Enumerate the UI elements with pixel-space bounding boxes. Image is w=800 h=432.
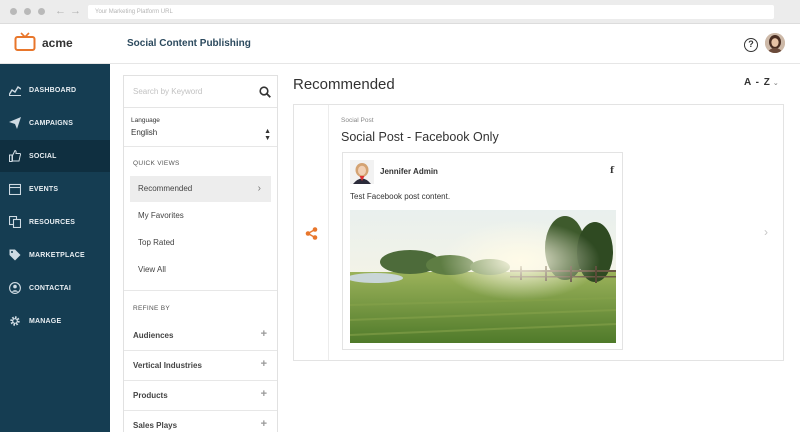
sidebar-item-manage[interactable]: MANAGE xyxy=(0,305,110,337)
sidebar-item-dashboard[interactable]: DASHBOARD xyxy=(0,74,110,106)
quick-view-view-all[interactable]: View All xyxy=(130,257,271,283)
filter-panel: Search by Keyword Language English ▲ ▼ QU… xyxy=(123,75,278,432)
quick-views-heading: QUICK VIEWS xyxy=(133,160,180,167)
tv-logo-icon[interactable] xyxy=(14,32,36,52)
quick-view-label: My Favorites xyxy=(138,211,184,220)
gear-icon xyxy=(10,316,20,326)
card-title[interactable]: Social Post - Facebook Only xyxy=(341,130,499,144)
page-title: Social Content Publishing xyxy=(127,38,251,49)
brand-name[interactable]: acme xyxy=(42,36,73,50)
quick-view-label: Top Rated xyxy=(138,238,175,247)
url-bar[interactable]: Your Marketing Platform URL xyxy=(88,5,774,19)
select-caret-icon: ▲ ▼ xyxy=(264,128,271,142)
window-maximize-dot[interactable] xyxy=(38,8,45,15)
refine-label: Vertical Industries xyxy=(133,361,202,370)
sidebar-item-events[interactable]: EVENTS xyxy=(0,173,110,205)
search-icon[interactable] xyxy=(259,86,271,98)
sidebar-item-social[interactable]: SOCIAL xyxy=(0,140,110,172)
sidebar-item-resources[interactable]: RESOURCES xyxy=(0,206,110,238)
back-arrow-icon[interactable]: ← xyxy=(55,4,66,18)
refine-label: Products xyxy=(133,391,168,400)
app-header: acme Social Content Publishing ? xyxy=(0,24,800,64)
files-icon xyxy=(9,216,21,228)
sort-label: A - Z xyxy=(744,77,771,88)
sidebar-item-label: EVENTS xyxy=(29,185,59,193)
sidebar-item-contactai[interactable]: CONTACTAI xyxy=(0,272,110,304)
quick-view-recommended[interactable]: Recommended › xyxy=(130,176,271,202)
plus-icon[interactable]: + xyxy=(261,328,267,340)
forward-arrow-icon[interactable]: → xyxy=(70,4,81,18)
content-card[interactable]: Social Post Social Post - Facebook Only … xyxy=(293,104,784,361)
refine-label: Audiences xyxy=(133,331,174,340)
sidebar-item-label: DASHBOARD xyxy=(29,86,77,94)
sidebar-item-label: SOCIAL xyxy=(29,152,57,160)
refine-audiences[interactable]: Audiences + xyxy=(124,321,277,351)
plus-icon[interactable]: + xyxy=(261,388,267,400)
content-title: Recommended xyxy=(293,76,395,93)
plus-icon[interactable]: + xyxy=(261,418,267,430)
refine-vertical-industries[interactable]: Vertical Industries + xyxy=(124,351,277,381)
language-value: English xyxy=(131,128,158,137)
quick-view-top-rated[interactable]: Top Rated xyxy=(130,230,271,256)
refine-by-heading: REFINE BY xyxy=(133,305,171,312)
refine-sales-plays[interactable]: Sales Plays + xyxy=(124,411,277,432)
calendar-icon xyxy=(9,183,21,195)
thumbs-up-icon xyxy=(9,150,21,162)
chart-icon xyxy=(9,86,21,96)
sort-dropdown[interactable]: A - Z ⌄ xyxy=(744,77,780,88)
tag-icon xyxy=(9,249,21,261)
sidebar-item-campaigns[interactable]: CAMPAIGNS xyxy=(0,107,110,139)
search-input[interactable]: Search by Keyword xyxy=(124,76,277,108)
refine-label: Sales Plays xyxy=(133,421,178,430)
quick-view-my-favorites[interactable]: My Favorites xyxy=(130,203,271,229)
sidebar-item-label: RESOURCES xyxy=(29,218,76,226)
divider xyxy=(124,146,277,147)
sidebar-item-label: CONTACTAI xyxy=(29,284,71,292)
person-icon xyxy=(9,282,21,294)
share-icon[interactable] xyxy=(305,227,318,240)
author-avatar xyxy=(350,160,374,184)
quick-view-label: View All xyxy=(138,265,166,274)
refine-products[interactable]: Products + xyxy=(124,381,277,411)
post-text: Test Facebook post content. xyxy=(350,192,451,201)
quick-view-label: Recommended xyxy=(138,184,193,193)
facebook-icon: f xyxy=(610,166,614,176)
post-preview: Jennifer Admin f Test Facebook post cont… xyxy=(342,152,623,350)
card-type-label: Social Post xyxy=(341,117,374,124)
language-select[interactable]: English ▲ ▼ xyxy=(131,128,271,142)
window-close-dot[interactable] xyxy=(10,8,17,15)
divider xyxy=(124,290,277,291)
help-icon[interactable]: ? xyxy=(744,38,758,52)
browser-chrome: ← → Your Marketing Platform URL xyxy=(0,0,800,24)
avatar[interactable] xyxy=(765,33,785,53)
window-minimize-dot[interactable] xyxy=(24,8,31,15)
sidebar-item-marketplace[interactable]: MARKETPLACE xyxy=(0,239,110,271)
sidebar-item-label: MARKETPLACE xyxy=(29,251,85,259)
post-image xyxy=(350,210,616,343)
paper-plane-icon xyxy=(9,117,21,129)
chevron-right-icon[interactable]: › xyxy=(764,225,768,239)
sidebar: DASHBOARD CAMPAIGNS SOCIAL EVENTS RESOUR… xyxy=(0,64,110,432)
plus-icon[interactable]: + xyxy=(261,358,267,370)
sidebar-item-label: CAMPAIGNS xyxy=(29,119,74,127)
sidebar-item-label: MANAGE xyxy=(29,317,62,325)
card-action-column xyxy=(294,105,329,360)
post-author: Jennifer Admin xyxy=(380,167,438,176)
language-label: Language xyxy=(131,117,160,124)
search-placeholder: Search by Keyword xyxy=(133,87,203,96)
chevron-down-icon: ⌄ xyxy=(772,80,780,87)
chevron-right-icon: › xyxy=(257,183,261,194)
